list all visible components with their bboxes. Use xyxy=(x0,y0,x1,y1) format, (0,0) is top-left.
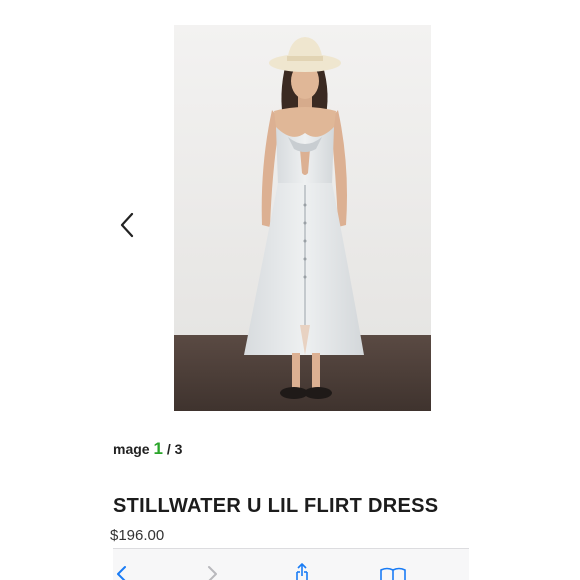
current-image-number: 1 xyxy=(153,439,163,458)
image-counter-separator: / xyxy=(166,441,171,457)
product-page: mage 1 / 3 STILLWATER U LIL FLIRT DRESS … xyxy=(0,0,580,580)
bookmarks-button[interactable] xyxy=(379,567,407,580)
image-counter: mage 1 / 3 xyxy=(113,439,182,459)
share-button[interactable] xyxy=(291,563,313,580)
share-icon xyxy=(296,563,308,580)
chevron-left-icon xyxy=(120,212,134,238)
book-icon xyxy=(380,567,406,580)
image-counter-label: mage xyxy=(113,441,150,457)
previous-image-button[interactable] xyxy=(117,210,139,240)
chevron-left-icon xyxy=(117,566,126,580)
product-image[interactable] xyxy=(174,25,431,411)
total-image-count: 3 xyxy=(174,441,183,457)
browser-toolbar xyxy=(113,548,469,580)
forward-button[interactable] xyxy=(205,565,219,580)
back-button[interactable] xyxy=(115,565,129,580)
chevron-right-icon xyxy=(208,566,217,580)
product-price: $196.00 xyxy=(110,527,165,544)
model-photo xyxy=(174,25,431,411)
product-title: STILLWATER U LIL FLIRT DRESS xyxy=(113,495,439,517)
